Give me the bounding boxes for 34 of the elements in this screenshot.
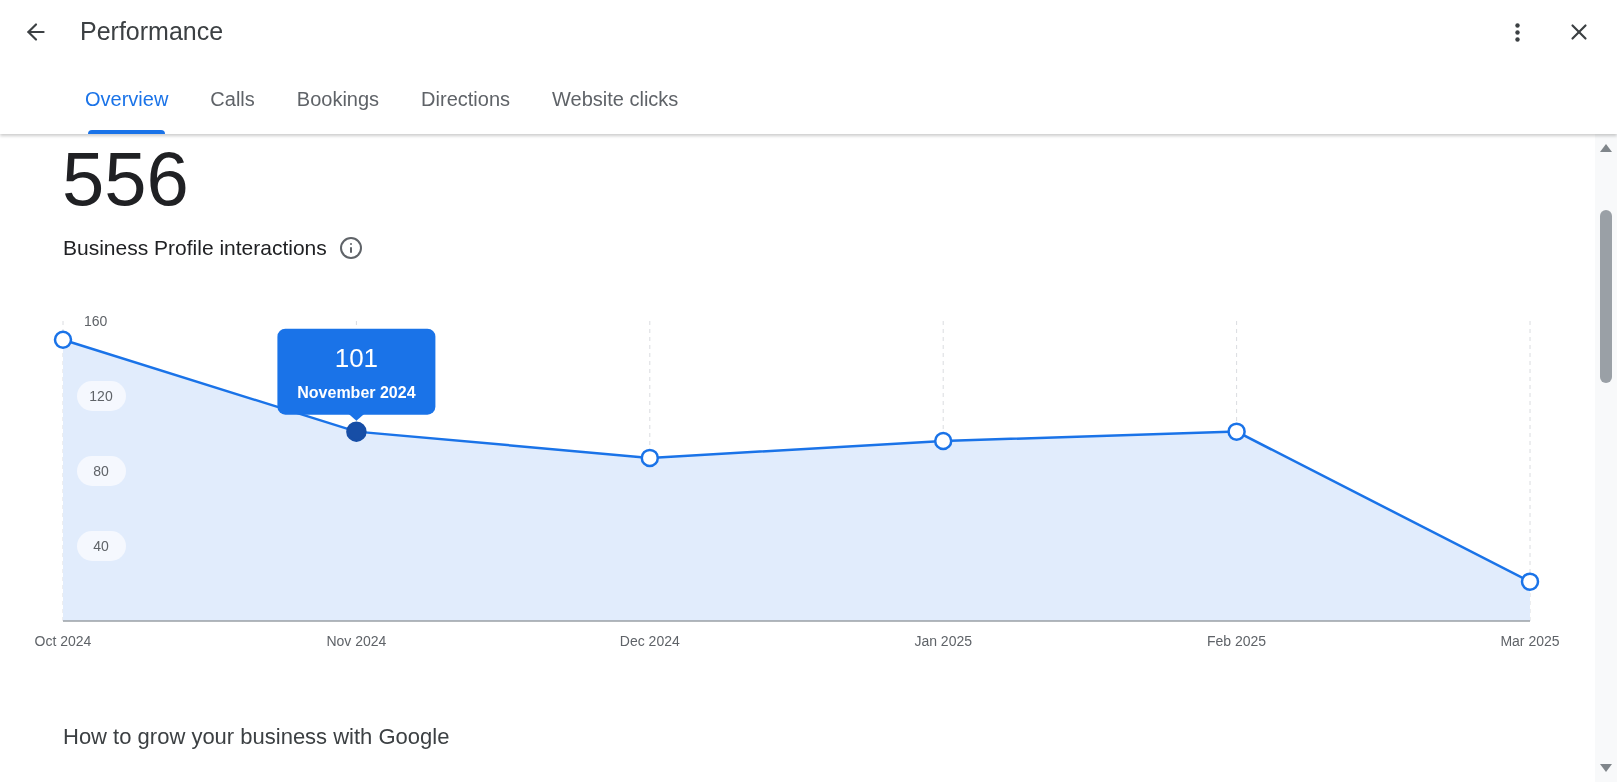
annotation: 101 bbox=[334, 342, 379, 373]
scrollbar[interactable] bbox=[1595, 134, 1617, 782]
section-heading: How to grow your business with Google bbox=[63, 722, 450, 751]
data-point[interactable] bbox=[53, 330, 73, 349]
interactions-total: 556 bbox=[62, 140, 189, 218]
data-point[interactable] bbox=[933, 431, 953, 450]
tab[interactable]: Bookings bbox=[275, 64, 401, 134]
y-axis-label: 40 bbox=[93, 537, 109, 554]
metric-label: Business Profile interactions bbox=[63, 235, 327, 261]
data-point[interactable] bbox=[1520, 571, 1540, 591]
scroll-down-icon[interactable] bbox=[1600, 764, 1612, 772]
x-axis-label: Nov 2024 bbox=[326, 632, 387, 649]
x-axis-label: Mar 2025 bbox=[1500, 632, 1560, 649]
data-point[interactable] bbox=[640, 448, 660, 467]
x-axis-label: Dec 2024 bbox=[619, 632, 680, 649]
tab[interactable]: Directions bbox=[400, 64, 531, 134]
page-title: Performance bbox=[80, 16, 224, 48]
y-axis-label: 160 bbox=[84, 312, 108, 329]
scroll-up-icon[interactable] bbox=[1600, 144, 1612, 152]
more-options-icon bbox=[1514, 22, 1520, 42]
tab[interactable]: Website clicks bbox=[531, 64, 700, 134]
y-axis-label: 80 bbox=[93, 462, 109, 479]
info-icon[interactable] bbox=[338, 235, 363, 260]
scrollbar-thumb[interactable] bbox=[1600, 210, 1612, 383]
data-point[interactable] bbox=[1227, 421, 1246, 441]
x-axis-label: Jan 2025 bbox=[914, 632, 972, 649]
x-axis-label: Oct 2024 bbox=[34, 632, 92, 649]
x-axis-label: Feb 2025 bbox=[1207, 632, 1267, 649]
tab[interactable]: Overview bbox=[64, 64, 190, 134]
tab[interactable]: Calls bbox=[189, 64, 276, 134]
annotation: November 2024 bbox=[297, 383, 416, 401]
tooltip: 101 November 2024 bbox=[277, 328, 436, 421]
y-axis-label: 120 bbox=[89, 387, 113, 404]
data-point[interactable] bbox=[346, 420, 367, 442]
